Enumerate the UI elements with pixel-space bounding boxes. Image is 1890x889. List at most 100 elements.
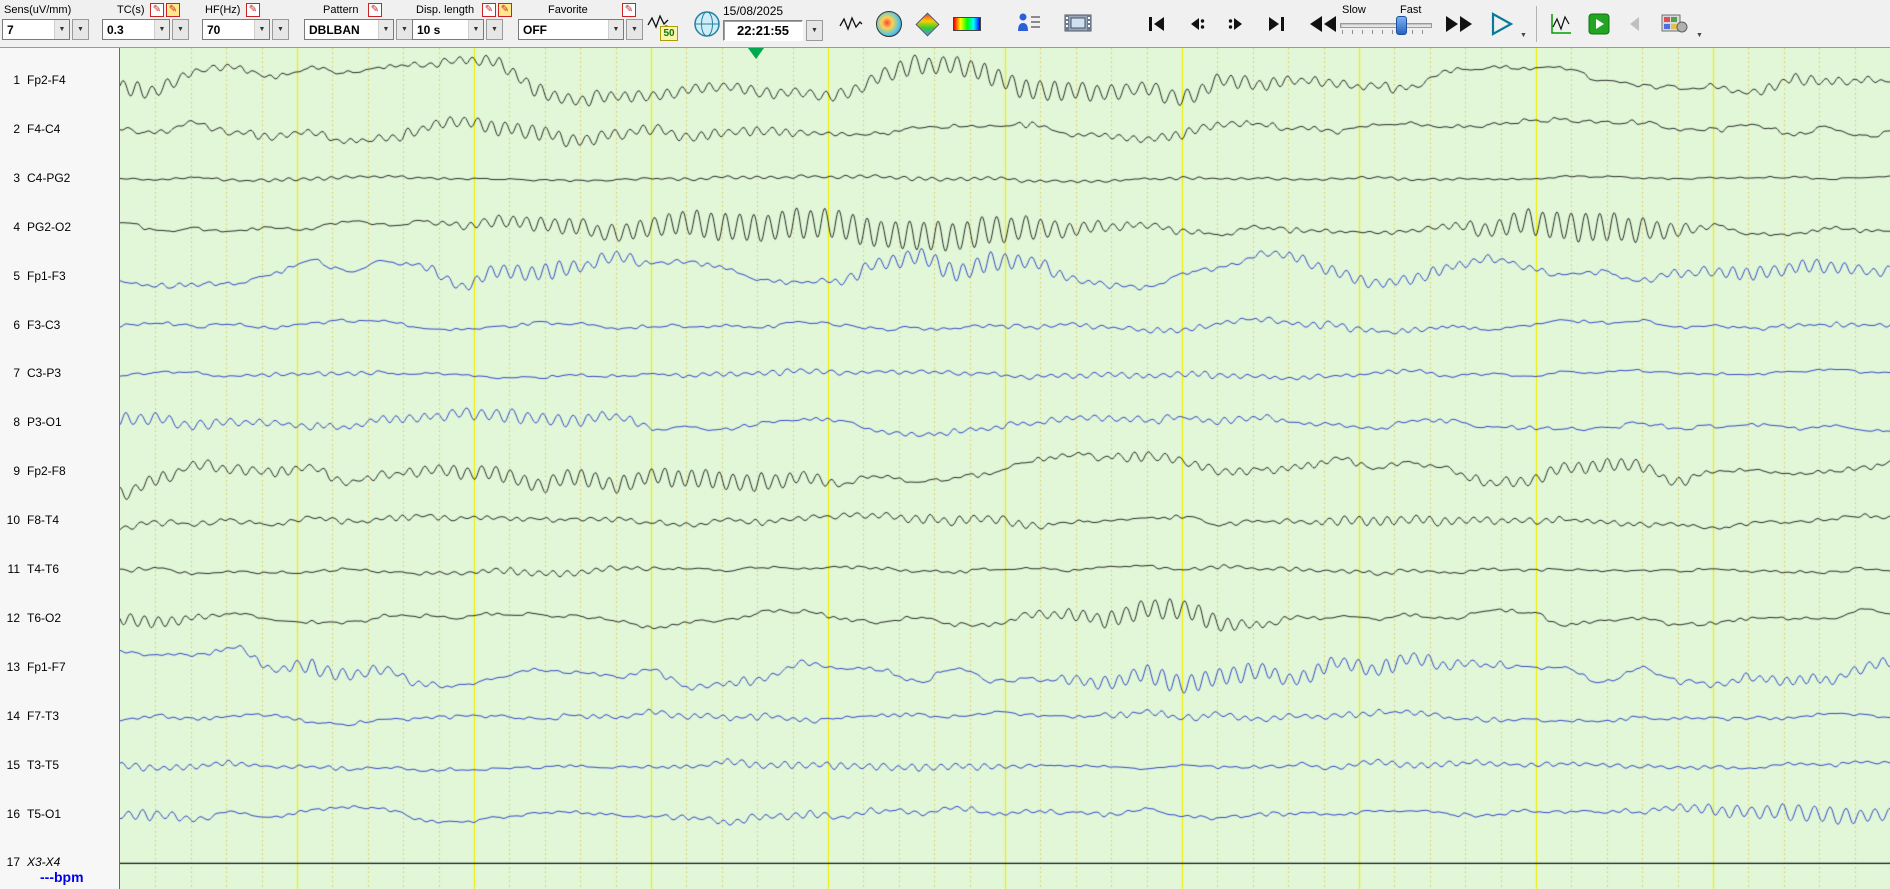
channel-label[interactable]: Fp1-F7 <box>27 660 66 674</box>
chevron-down-icon[interactable]: ▼ <box>154 20 169 39</box>
channel-number: 11 <box>7 562 20 576</box>
hf-combo[interactable]: 70 ▼ <box>202 19 270 40</box>
channel-label[interactable]: F4-C4 <box>27 122 60 136</box>
channel-label[interactable]: F3-C3 <box>27 318 60 332</box>
channel-number: 10 <box>6 513 20 528</box>
event-marker-icon[interactable] <box>748 48 764 59</box>
edit-pencil-icon[interactable]: ✎ <box>482 3 496 17</box>
video-button[interactable] <box>1060 7 1096 39</box>
color-map-button[interactable] <box>912 9 942 39</box>
favorite-dropdown-button[interactable]: ▼ <box>626 19 643 40</box>
toolbar: Sens(uV/mm) 7 ▼ ▼ TC(s) ✎ ✎ 0.3 ▼ ▼ HF(H… <box>0 0 1890 48</box>
edit-pencil-icon[interactable]: ✎ <box>166 3 180 17</box>
go-to-start-button[interactable] <box>1140 11 1172 37</box>
channel-row[interactable]: 11 T4-T6 <box>0 562 120 578</box>
edit-pencil-icon[interactable]: ✎ <box>498 3 512 17</box>
chevron-down-icon[interactable]: ▼ <box>378 20 393 39</box>
favorite-combo[interactable]: OFF ▼ <box>518 19 624 40</box>
channel-number: 1 <box>13 73 20 87</box>
channel-row[interactable]: 12 T6-O2 <box>0 611 120 627</box>
waveform-button[interactable] <box>836 9 866 39</box>
waveform-icon <box>839 16 863 31</box>
speed-slider-track[interactable] <box>1340 23 1432 28</box>
channel-row[interactable]: 5 Fp1-F3 <box>0 269 120 285</box>
channel-row[interactable]: 8 P3-O1 <box>0 415 120 431</box>
channel-row[interactable]: 10 F8-T4 <box>0 513 120 529</box>
channel-label[interactable]: T6-O2 <box>27 611 61 625</box>
channel-row[interactable]: 7 C3-P3 <box>0 366 120 382</box>
go-to-end-button[interactable] <box>1260 11 1292 37</box>
channel-label[interactable]: Fp2-F8 <box>27 464 66 478</box>
channel-row[interactable]: 3 C4-PG2 <box>0 171 120 187</box>
tc-dropdown-button[interactable]: ▼ <box>172 19 189 40</box>
channel-label[interactable]: C4-PG2 <box>27 171 70 185</box>
channel-label[interactable]: T3-T5 <box>27 758 59 772</box>
channel-label[interactable]: C3-P3 <box>27 366 61 380</box>
time-display[interactable]: 22:21:55 <box>723 20 803 41</box>
chevron-down-icon[interactable]: ▼ <box>608 20 623 39</box>
montage-tools-button[interactable] <box>1656 7 1692 39</box>
channel-label[interactable]: T4-T6 <box>27 562 59 576</box>
color-scale-button[interactable] <box>950 9 984 39</box>
time-dropdown-button[interactable]: ▼ <box>806 20 823 41</box>
channel-row[interactable]: 1 Fp2-F4 <box>0 73 120 89</box>
speed-slider[interactable] <box>1340 15 1432 43</box>
sens-dropdown-button[interactable]: ▼ <box>72 19 89 40</box>
channel-label[interactable]: Fp1-F3 <box>27 269 66 283</box>
channel-row[interactable]: 16 T5-O1 <box>0 807 120 823</box>
channel-row[interactable]: 14 F7-T3 <box>0 709 120 725</box>
head-map-button[interactable] <box>874 9 904 39</box>
sens-combo[interactable]: 7 ▼ <box>2 19 70 40</box>
fast-forward-button[interactable] <box>1438 9 1480 39</box>
chevron-down-icon[interactable]: ▼ <box>54 20 69 39</box>
tc-combo[interactable]: 0.3 ▼ <box>102 19 170 40</box>
green-play-button[interactable] <box>1584 9 1614 39</box>
bpm-readout: ---bpm <box>40 869 84 885</box>
pattern-label: Pattern <box>323 4 359 16</box>
edit-pencil-icon[interactable]: ✎ <box>622 3 636 17</box>
edit-pencil-icon[interactable]: ✎ <box>368 3 382 17</box>
play-icon <box>1491 12 1514 36</box>
play-button[interactable] <box>1484 7 1518 41</box>
speed-slider-handle[interactable] <box>1396 16 1407 35</box>
play-dropdown-icon[interactable]: ▼ <box>1520 32 1527 39</box>
channel-row[interactable]: 6 F3-C3 <box>0 318 120 334</box>
channel-row[interactable]: 13 Fp1-F7 <box>0 660 120 676</box>
rewind-button[interactable] <box>1302 9 1344 39</box>
channel-row[interactable]: 4 PG2-O2 <box>0 220 120 236</box>
hf-label: HF(Hz) <box>205 4 241 16</box>
channel-number: 8 <box>13 415 20 430</box>
notch-filter-badge[interactable]: 50 <box>660 26 678 41</box>
channel-label[interactable]: PG2-O2 <box>27 220 71 234</box>
back-button[interactable] <box>1620 9 1650 39</box>
channel-row[interactable]: 15 T3-T5 <box>0 758 120 774</box>
disp-length-dropdown-button[interactable]: ▼ <box>486 19 503 40</box>
step-forward-button[interactable] <box>1220 11 1252 37</box>
channel-label[interactable]: X3-X4 <box>27 855 60 869</box>
pattern-combo[interactable]: DBLBAN ▼ <box>304 19 394 40</box>
edit-pencil-icon[interactable]: ✎ <box>246 3 260 17</box>
channel-row[interactable]: 2 F4-C4 <box>0 122 120 138</box>
channel-label[interactable]: F8-T4 <box>27 513 59 527</box>
chevron-down-icon[interactable]: ▼ <box>468 20 483 39</box>
chevron-down-icon[interactable]: ▼ <box>254 20 269 39</box>
channel-number: 5 <box>13 268 20 283</box>
pattern-dropdown-button[interactable]: ▼ <box>396 19 413 40</box>
channel-label[interactable]: T5-O1 <box>27 807 61 821</box>
tools-dropdown-icon[interactable]: ▼ <box>1696 32 1703 39</box>
eeg-trace-area[interactable] <box>120 48 1890 889</box>
disp-length-combo[interactable]: 10 s ▼ <box>412 19 484 40</box>
patient-info-icon <box>1018 13 1040 31</box>
speed-slider-ticks <box>1342 30 1430 34</box>
channel-label[interactable]: Fp2-F4 <box>27 73 66 87</box>
patient-info-button[interactable] <box>1012 7 1046 39</box>
step-back-button[interactable] <box>1180 11 1212 37</box>
channel-label[interactable]: P3-O1 <box>27 415 62 429</box>
hf-dropdown-button[interactable]: ▼ <box>272 19 289 40</box>
channel-label[interactable]: F7-T3 <box>27 709 59 723</box>
pattern-value: DBLBAN <box>309 22 360 37</box>
edit-pencil-icon[interactable]: ✎ <box>150 3 164 17</box>
map-button[interactable] <box>690 7 724 41</box>
channel-row[interactable]: 9 Fp2-F8 <box>0 464 120 480</box>
wave-review-button[interactable] <box>1546 9 1576 39</box>
